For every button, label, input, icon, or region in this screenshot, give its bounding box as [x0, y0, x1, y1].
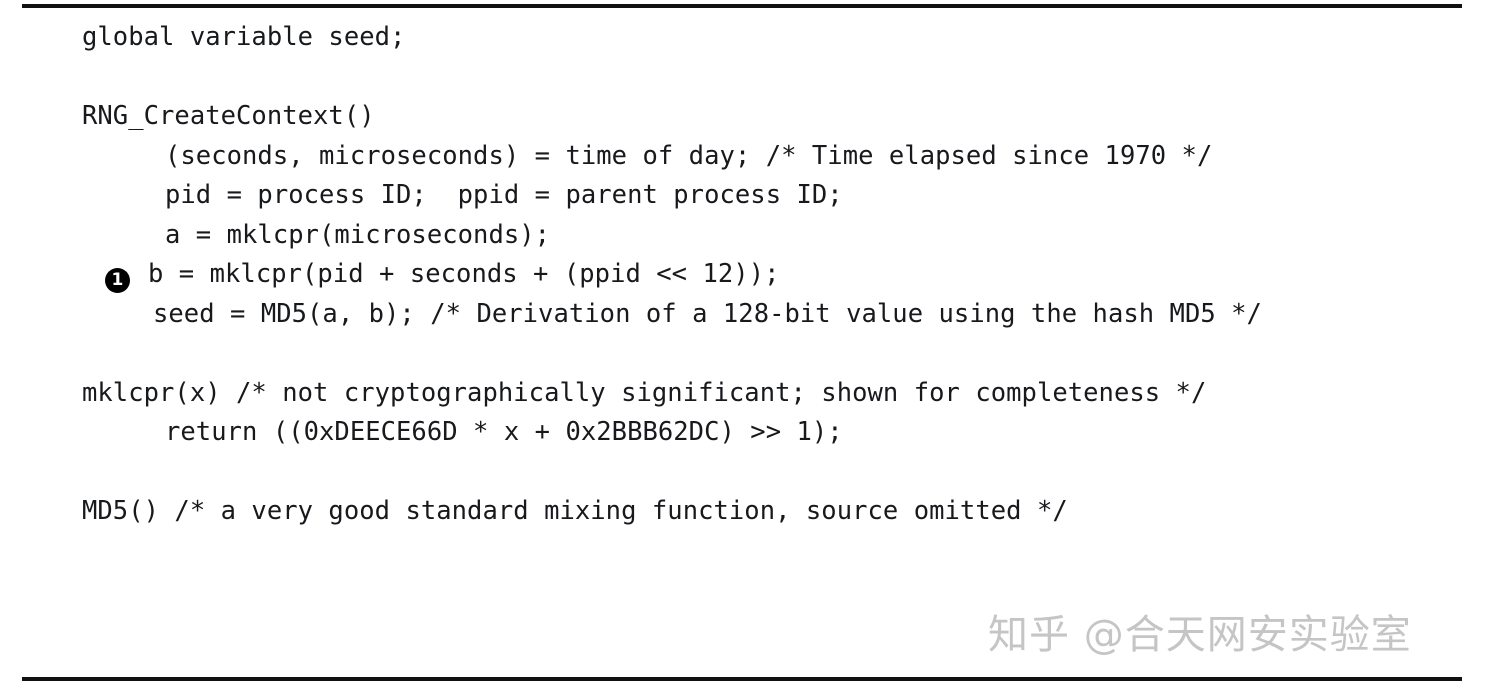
- code-line-text: b = mklcpr(pid + seconds + (ppid << 12))…: [148, 259, 780, 289]
- top-rule-divider: [22, 4, 1462, 8]
- pseudocode-text-block: global variable seed; RNG_CreateContext(…: [22, 18, 1466, 532]
- code-line-text: return ((0xDEECE66D * x + 0x2BBB62DC) >>…: [165, 417, 843, 447]
- code-line-text: seed = MD5(a, b); /* Derivation of a 128…: [153, 298, 1262, 329]
- code-line: MD5() /* a very good standard mixing fun…: [22, 492, 1466, 532]
- code-line: seed = MD5(a, b); /* Derivation of a 128…: [22, 295, 1466, 335]
- code-line-text: MD5() /* a very good standard mixing fun…: [82, 496, 1068, 526]
- code-line: 1 b = mklcpr(pid + seconds + (ppid << 12)…: [22, 255, 1466, 295]
- site-watermark: 知乎 @合天网安实验室: [988, 612, 1412, 658]
- code-line: return ((0xDEECE66D * x + 0x2BBB62DC) >>…: [22, 413, 1466, 453]
- code-listing-figure: global variable seed; RNG_CreateContext(…: [0, 0, 1488, 700]
- code-line-text: (seconds, microseconds) = time of day; /…: [165, 140, 1213, 171]
- callout-marker-icon: 1: [105, 268, 130, 293]
- code-line-text: RNG_CreateContext(): [82, 101, 375, 131]
- code-line: global variable seed;: [22, 18, 1466, 58]
- code-line-text: global variable seed;: [82, 22, 406, 52]
- code-line: (seconds, microseconds) = time of day; /…: [22, 137, 1466, 177]
- code-line-text: a = mklcpr(microseconds);: [165, 219, 551, 250]
- code-line: a = mklcpr(microseconds);: [22, 216, 1466, 256]
- code-line: RNG_CreateContext(): [22, 97, 1466, 137]
- code-line: pid = process ID; ppid = parent process …: [22, 176, 1466, 216]
- code-line: mklcpr(x) /* not cryptographically signi…: [22, 374, 1466, 414]
- code-line-text: mklcpr(x) /* not cryptographically signi…: [82, 377, 1207, 408]
- bottom-rule-divider: [22, 677, 1462, 681]
- code-line-text: pid = process ID; ppid = parent process …: [165, 180, 843, 210]
